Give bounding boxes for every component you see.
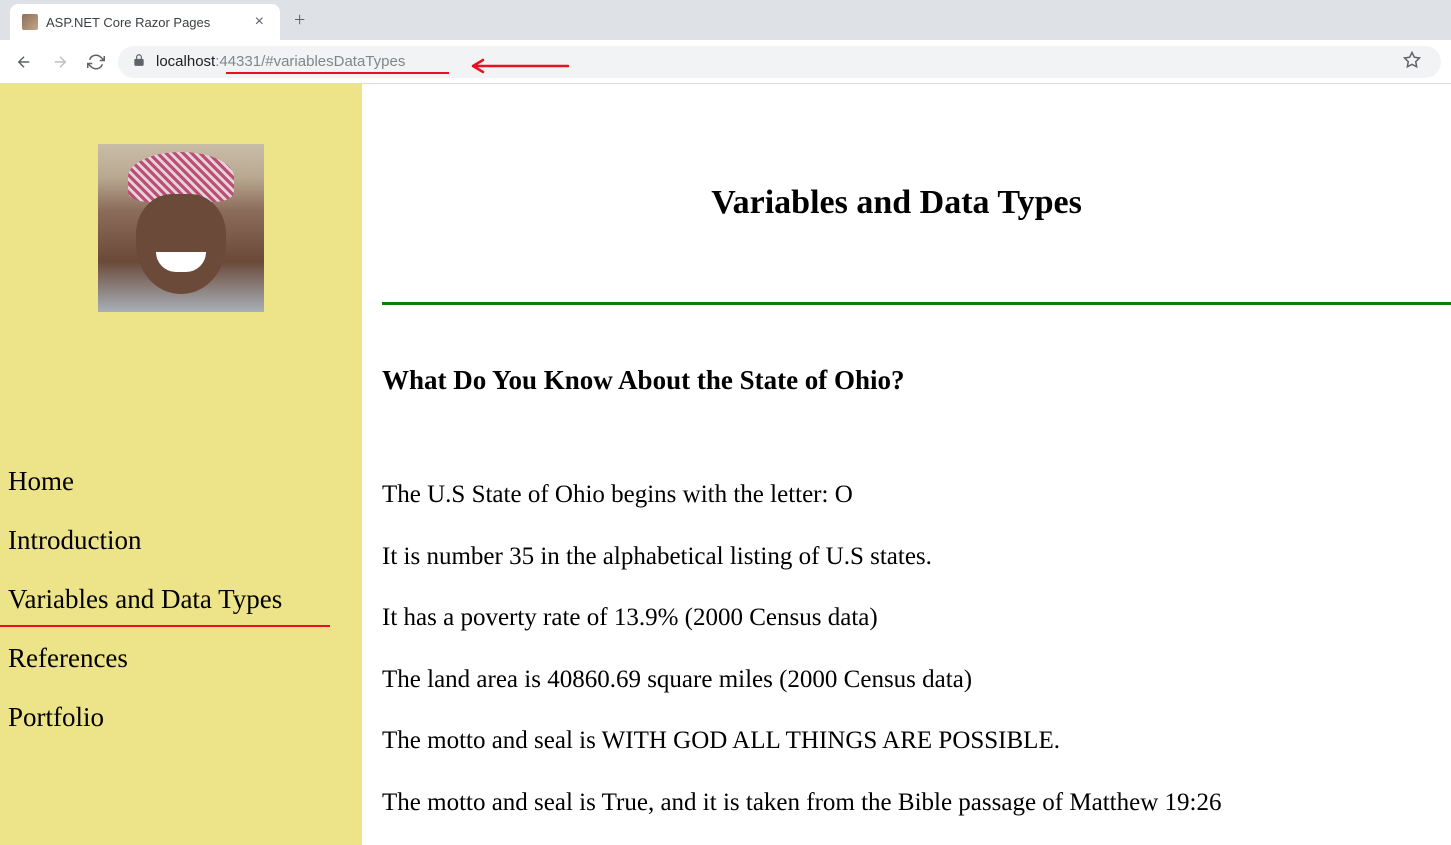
url-host: localhost xyxy=(156,53,215,70)
url-port: :44331/ xyxy=(215,53,265,70)
annotation-underline xyxy=(0,625,330,627)
content-line: The U.S State of Ohio begins with the le… xyxy=(382,476,1451,514)
section-heading: What Do You Know About the State of Ohio… xyxy=(382,365,1451,396)
lock-icon xyxy=(132,53,146,71)
close-tab-icon[interactable]: × xyxy=(251,13,268,31)
url-fragment: #variablesDataTypes xyxy=(265,53,405,70)
profile-image-wrap xyxy=(0,84,362,352)
nav-label: References xyxy=(8,643,128,673)
nav-label: Introduction xyxy=(8,525,141,555)
bookmark-star-icon[interactable] xyxy=(1397,51,1427,73)
content-line: It is number 35 in the alphabetical list… xyxy=(382,538,1451,576)
page-content: Home Introduction Variables and Data Typ… xyxy=(0,84,1451,845)
nav-item-variables[interactable]: Variables and Data Types xyxy=(8,570,362,629)
nav-item-home[interactable]: Home xyxy=(8,452,362,511)
browser-toolbar: localhost:44331/#variablesDataTypes xyxy=(0,40,1451,84)
favicon-icon xyxy=(22,14,38,30)
tab-title: ASP.NET Core Razor Pages xyxy=(46,15,243,30)
nav-item-introduction[interactable]: Introduction xyxy=(8,511,362,570)
back-button[interactable] xyxy=(10,48,38,76)
divider xyxy=(382,302,1451,305)
sidebar: Home Introduction Variables and Data Typ… xyxy=(0,84,362,845)
browser-tab[interactable]: ASP.NET Core Razor Pages × xyxy=(10,4,280,40)
forward-button[interactable] xyxy=(46,48,74,76)
content-line: It has a poverty rate of 13.9% (2000 Cen… xyxy=(382,599,1451,637)
nav-label: Portfolio xyxy=(8,702,104,732)
content-line: The motto and seal is WITH GOD ALL THING… xyxy=(382,722,1451,760)
nav-label: Home xyxy=(8,466,74,496)
address-bar[interactable]: localhost:44331/#variablesDataTypes xyxy=(118,46,1441,78)
new-tab-button[interactable]: + xyxy=(280,9,319,32)
profile-image xyxy=(98,144,264,312)
nav-menu: Home Introduction Variables and Data Typ… xyxy=(0,352,362,747)
content-lines: The U.S State of Ohio begins with the le… xyxy=(382,476,1451,821)
nav-item-references[interactable]: References xyxy=(8,629,362,688)
nav-item-portfolio[interactable]: Portfolio xyxy=(8,688,362,747)
content-line: The motto and seal is True, and it is ta… xyxy=(382,784,1451,822)
main-content: Variables and Data Types What Do You Kno… xyxy=(362,84,1451,845)
url-text: localhost:44331/#variablesDataTypes xyxy=(156,53,1387,70)
content-line: The land area is 40860.69 square miles (… xyxy=(382,661,1451,699)
nav-label: Variables and Data Types xyxy=(8,584,282,614)
reload-button[interactable] xyxy=(82,48,110,76)
browser-chrome: ASP.NET Core Razor Pages × + localhost:4… xyxy=(0,0,1451,84)
annotation-underline xyxy=(226,72,449,74)
tab-bar: ASP.NET Core Razor Pages × + xyxy=(0,0,1451,40)
page-title: Variables and Data Types xyxy=(382,184,1451,222)
